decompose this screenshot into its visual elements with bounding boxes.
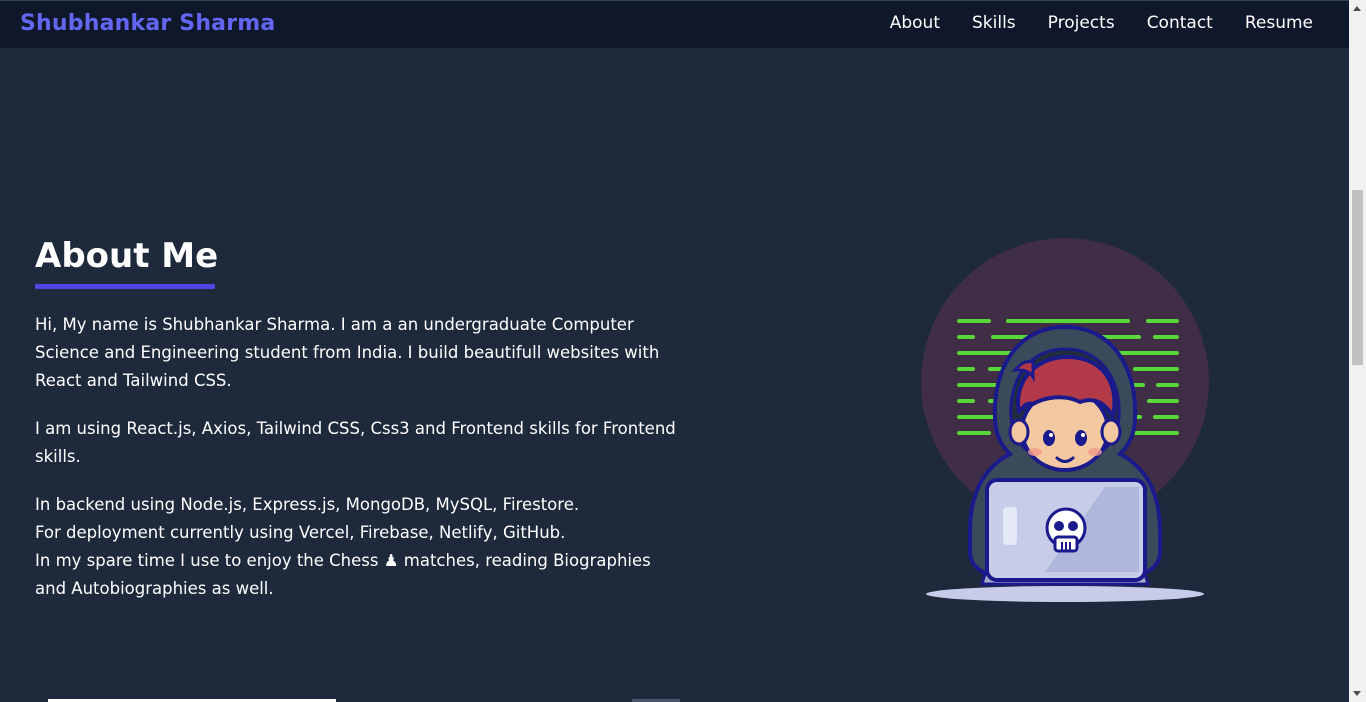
scroll-down-arrow-icon[interactable] (1353, 691, 1361, 696)
navbar: Shubhankar Sharma About Skills Projects … (0, 0, 1349, 48)
nav-link-projects[interactable]: Projects (1048, 13, 1115, 33)
about-details-block: In backend using Node.js, Express.js, Mo… (35, 491, 685, 603)
about-backend-line: In backend using Node.js, Express.js, Mo… (35, 495, 580, 514)
about-section: About Me Hi, My name is Shubhankar Sharm… (35, 236, 685, 603)
nav-links: About Skills Projects Contact Resume (890, 13, 1313, 33)
nav-link-contact[interactable]: Contact (1147, 13, 1213, 33)
page-scrollbar[interactable] (1349, 0, 1366, 702)
about-title: About Me (35, 236, 219, 276)
about-intro-paragraph: Hi, My name is Shubhankar Sharma. I am a… (35, 315, 660, 390)
brand-logo[interactable]: Shubhankar Sharma (20, 11, 275, 36)
nav-link-resume[interactable]: Resume (1245, 13, 1313, 33)
about-frontend-paragraph: I am using React.js, Axios, Tailwind CSS… (35, 419, 676, 466)
hacker-with-laptop-illustration (915, 232, 1215, 612)
scrollbar-thumb[interactable] (1352, 190, 1363, 365)
page: Shubhankar Sharma About Skills Projects … (0, 0, 1366, 702)
nav-link-skills[interactable]: Skills (972, 13, 1016, 33)
about-hobbies-line: In my spare time I use to enjoy the Ches… (35, 551, 651, 598)
title-underline (35, 284, 215, 289)
about-deployment-line: For deployment currently using Vercel, F… (35, 523, 566, 542)
nav-link-about[interactable]: About (890, 13, 940, 33)
scroll-up-arrow-icon[interactable] (1353, 6, 1361, 11)
